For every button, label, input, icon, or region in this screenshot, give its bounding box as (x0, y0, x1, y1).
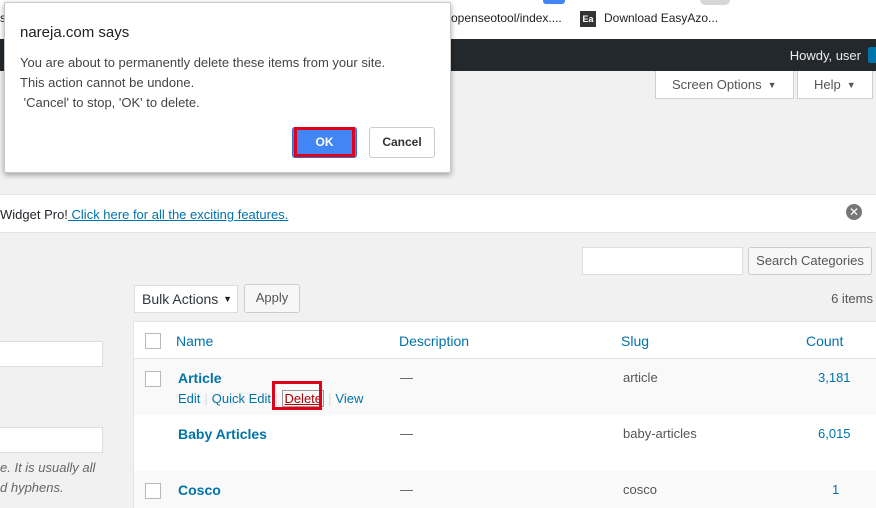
tab-edge (700, 0, 730, 5)
chevron-down-icon: ▼ (767, 80, 777, 90)
quick-edit-link[interactable]: Quick Edit (212, 391, 271, 406)
table-row: Baby Articles — baby-articles 6,015 (134, 415, 876, 471)
term-slug: cosco (623, 482, 657, 497)
screen-options-label: Screen Options (672, 77, 762, 92)
help-button[interactable]: Help ▼ (797, 71, 873, 99)
category-slug-field[interactable] (0, 427, 103, 453)
term-count-link[interactable]: 1 (832, 482, 839, 497)
term-description: — (400, 482, 413, 497)
avatar[interactable] (868, 47, 876, 63)
separator: | (328, 391, 332, 406)
chevron-down-icon: ▼ (846, 80, 856, 90)
categories-table: Name Description Slug Count Article — ar… (133, 321, 876, 508)
term-slug: baby-articles (623, 426, 697, 441)
bulk-actions-select[interactable]: Bulk Actions ▼ (134, 285, 238, 313)
select-all-checkbox[interactable] (145, 333, 161, 349)
delete-highlight-box (272, 381, 322, 410)
dialog-title: nareja.com says (20, 24, 130, 41)
cancel-button[interactable]: Cancel (369, 127, 435, 158)
slug-description-line: d hyphens. (0, 480, 64, 495)
table-row: Cosco — cosco 1 (134, 471, 876, 508)
table-header: Name Description Slug Count (134, 322, 876, 359)
edit-link[interactable]: Edit (178, 391, 200, 406)
category-name-field[interactable] (0, 341, 103, 367)
chevron-down-icon: ▼ (223, 294, 232, 304)
items-count: 6 items (831, 291, 873, 306)
row-checkbox[interactable] (145, 371, 161, 387)
separator: | (204, 391, 208, 406)
column-name[interactable]: Name (176, 333, 213, 349)
search-categories-button[interactable]: Search Categories (748, 247, 872, 275)
bookmark-openseotool[interactable]: openseotool/index.... (451, 11, 562, 25)
row-checkbox[interactable] (145, 483, 161, 499)
apply-button[interactable]: Apply (244, 284, 300, 313)
confirm-dialog: nareja.com says You are about to permane… (4, 2, 451, 173)
easyazon-icon: Ea (580, 11, 596, 27)
term-count-link[interactable]: 6,015 (818, 426, 851, 441)
column-count[interactable]: Count (806, 333, 843, 349)
term-name-link[interactable]: Cosco (178, 482, 221, 498)
close-icon[interactable]: ✕ (846, 204, 862, 220)
term-name-link[interactable]: Baby Articles (178, 426, 267, 442)
dialog-message: You are about to permanently delete thes… (20, 55, 386, 110)
table-row: Article — article 3,181 Edit | Quick Edit |… (134, 359, 876, 415)
column-description[interactable]: Description (399, 333, 469, 349)
column-slug[interactable]: Slug (621, 333, 649, 349)
ok-highlight-box (294, 127, 355, 157)
bulk-actions-label: Bulk Actions (142, 291, 219, 307)
help-label: Help (814, 77, 841, 92)
view-link[interactable]: View (335, 391, 363, 406)
term-description: — (400, 370, 413, 385)
term-description: — (400, 426, 413, 441)
notice-text: Widget Pro! Click here for all the excit… (0, 207, 288, 222)
bookmark-easyazon[interactable]: Ea Download EasyAzo... (580, 11, 718, 27)
screen-options-button[interactable]: Screen Options ▼ (655, 71, 794, 99)
notice-link[interactable]: Click here for all the exciting features… (68, 207, 289, 222)
term-name-link[interactable]: Article (178, 370, 222, 386)
slug-description-line: e. It is usually all (0, 460, 96, 475)
term-count-link[interactable]: 3,181 (818, 370, 851, 385)
tab-indicator (543, 0, 565, 4)
slug-description: e. It is usually all d hyphens. (0, 458, 95, 498)
bookmark-label: Download EasyAzo... (604, 11, 719, 26)
term-slug: article (623, 370, 658, 385)
search-input[interactable] (582, 247, 743, 275)
howdy-user[interactable]: Howdy, user (790, 48, 861, 63)
row-actions: Edit | Quick Edit | Delete | View (178, 390, 363, 407)
plugin-notice: Widget Pro! Click here for all the excit… (0, 194, 876, 233)
notice-label: Widget Pro! (0, 207, 68, 222)
